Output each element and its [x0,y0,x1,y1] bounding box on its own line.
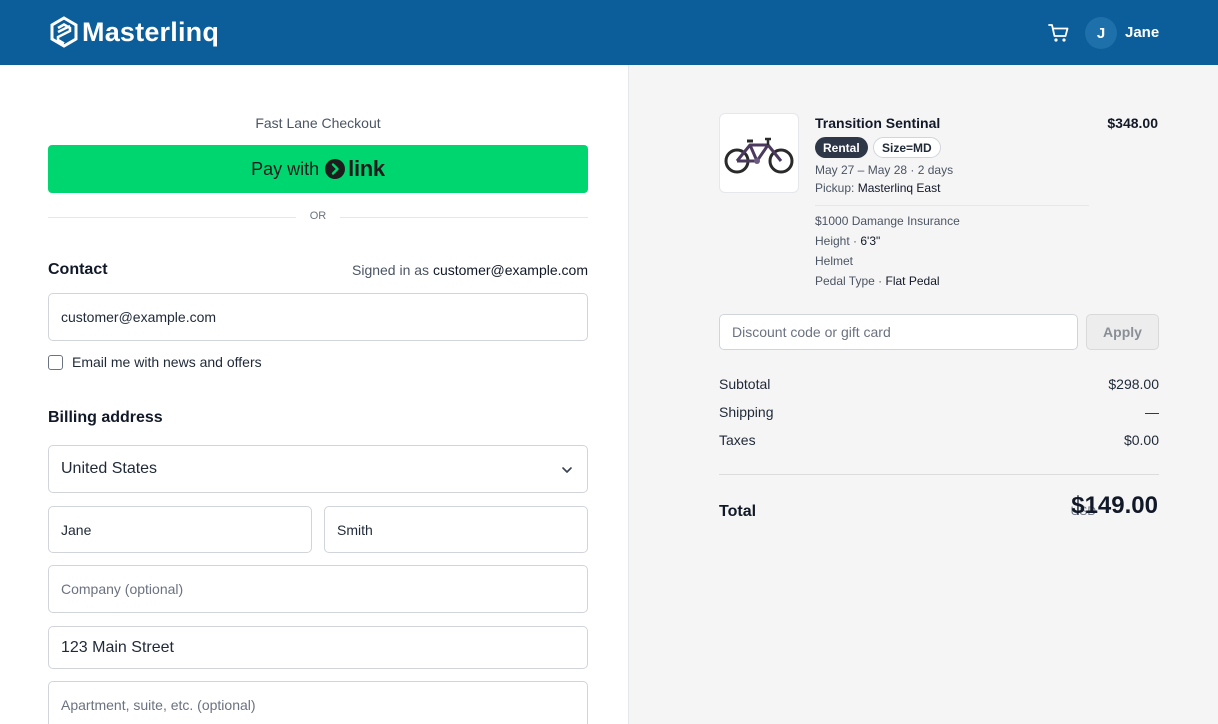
contact-title: Contact [48,261,108,278]
addon-item: Pedal Type · Flat Pedal [815,274,940,288]
addon-label: Pedal Type · [815,274,883,288]
country-value: United States [61,460,158,477]
top-header: Masterlinq J Jane [0,0,1218,65]
rental-dates: May 27 – May 28 · 2 days [815,163,954,177]
taxes-row: Taxes $0.00 [719,432,1159,448]
fast-lane-label: Fast Lane Checkout [255,115,381,131]
pickup-info: Pickup: Masterlinq East [815,181,940,195]
addon-item: $1000 Damange Insurance [815,214,960,228]
addon-item: Height · 6'3" [815,234,880,248]
addon-value: 6'3" [860,234,881,248]
or-label: OR [309,210,327,222]
chevron-down-icon [562,467,572,473]
link-word: link [348,156,385,181]
link-arrow-icon [325,159,346,179]
size-badge: Size=MD [873,137,941,158]
first-name-field[interactable]: Jane [48,506,312,553]
signed-in-email: customer@example.com [432,262,588,278]
addon-label: Helmet [815,254,854,268]
taxes-label: Taxes [719,432,756,448]
or-divider: OR [48,209,588,225]
summary-divider [719,474,1159,475]
masterlinq-logo-icon [50,16,78,48]
addon-value: Flat Pedal [885,274,940,288]
bike-image [724,137,794,174]
subtotal-label: Subtotal [719,376,771,392]
newsletter-option[interactable]: Email me with news and offers [48,354,262,370]
subtotal-value: $298.00 [1108,376,1159,392]
pay-with-label: Pay with [251,158,320,179]
discount-code-input[interactable]: Discount code or gift card [719,314,1078,350]
addon-label: Height · [815,234,858,248]
country-select[interactable]: United States [48,445,588,493]
company-field[interactable]: Company (optional) [48,565,588,613]
shipping-label: Shipping [719,404,774,420]
apply-discount-button[interactable]: Apply [1086,314,1159,350]
pay-with-link-button[interactable]: Pay with link [48,145,588,193]
pickup-label: Pickup: [815,181,855,195]
taxes-value: $0.00 [1123,432,1159,448]
billing-address-title: Billing address [48,409,163,426]
total-label: Total [719,503,757,520]
signed-in-prefix: Signed in as [352,262,430,278]
addon-label: $1000 Damange Insurance [815,214,960,228]
last-name-field[interactable]: Smith [324,506,588,553]
signed-in-text: Signed in as customer@example.com [352,262,588,278]
product-thumbnail [719,113,799,193]
addon-item: Helmet [815,254,853,268]
link-logo: link [325,156,385,182]
newsletter-label: Email me with news and offers [72,354,262,370]
total-amount: $149.00 [1071,492,1158,519]
address-field[interactable]: 123 Main Street [48,626,588,669]
email-field[interactable]: customer@example.com [48,293,588,341]
product-title: Transition Sentinal [815,115,941,131]
subtotal-row: Subtotal $298.00 [719,376,1159,392]
apartment-field[interactable]: Apartment, suite, etc. (optional) [48,681,588,724]
shipping-row: Shipping — [719,404,1159,420]
checkout-form-panel: Fast Lane Checkout Pay with link OR Cont… [0,65,628,724]
brand-name: Masterlinq [82,17,220,47]
user-name[interactable]: Jane [1125,24,1159,41]
order-summary-panel: Transition Sentinal $348.00 Rental Size=… [628,65,1218,724]
product-divider [815,205,1089,206]
rental-badge: Rental [815,137,868,158]
pickup-location: Masterlinq East [857,181,941,195]
brand-logo[interactable]: Masterlinq [49,16,219,48]
shipping-value: — [1145,404,1159,420]
cart-icon[interactable] [1048,23,1070,43]
newsletter-checkbox[interactable] [48,354,63,370]
product-price: $348.00 [1107,115,1158,131]
user-avatar[interactable]: J [1085,17,1117,49]
